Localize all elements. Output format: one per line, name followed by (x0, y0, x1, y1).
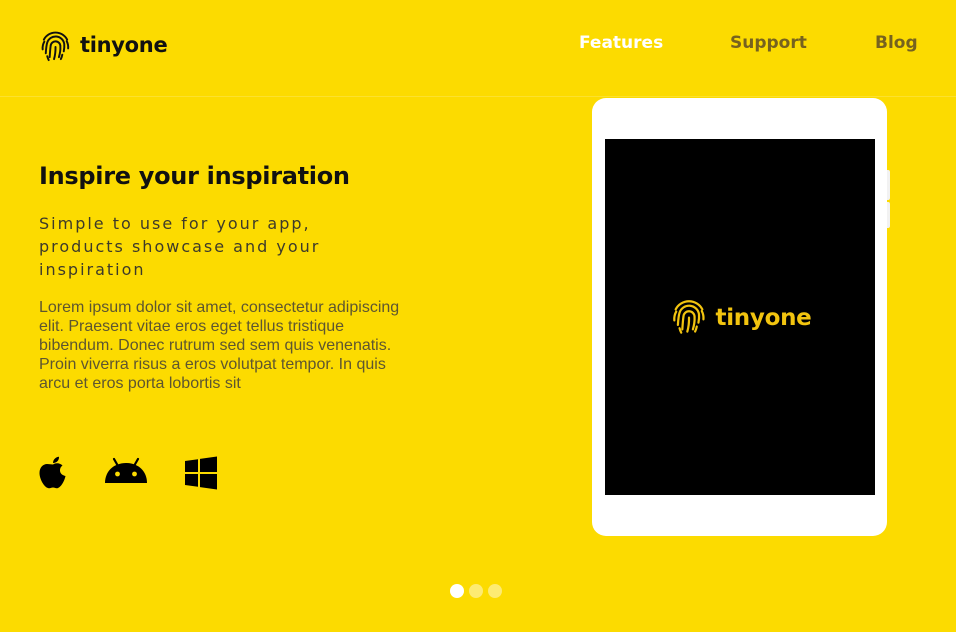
site-header: tinyone Features Support Blog (0, 0, 956, 97)
windows-icon[interactable] (184, 456, 218, 494)
tablet-side-button (887, 202, 890, 228)
hero-subtitle: Simple to use for your app, products sho… (39, 214, 321, 279)
tablet-side-button (887, 170, 890, 200)
fingerprint-icon (38, 28, 73, 63)
nav-support-link[interactable]: Support (730, 33, 807, 53)
brand-logo-link[interactable]: tinyone (38, 27, 168, 63)
android-icon[interactable] (104, 456, 148, 488)
slider-dot-3[interactable] (488, 584, 502, 598)
tablet-screen: tinyone (605, 139, 875, 495)
nav-features-link[interactable]: Features (579, 33, 663, 53)
screen-brand-logo: tinyone (669, 296, 812, 340)
screen-brand-name: tinyone (715, 305, 812, 331)
slider-dot-1[interactable] (450, 584, 464, 598)
hero-title: Inspire your inspiration (39, 162, 350, 190)
slider-dot-2[interactable] (469, 584, 483, 598)
nav-blog-link[interactable]: Blog (875, 33, 918, 53)
slider-pagination (450, 584, 502, 598)
hero-body-text: Lorem ipsum dolor sit amet, consectetur … (39, 299, 400, 392)
tablet-mockup: tinyone (592, 98, 890, 536)
fingerprint-icon (669, 296, 709, 340)
brand-name: tinyone (80, 33, 168, 57)
apple-icon[interactable] (38, 456, 68, 494)
